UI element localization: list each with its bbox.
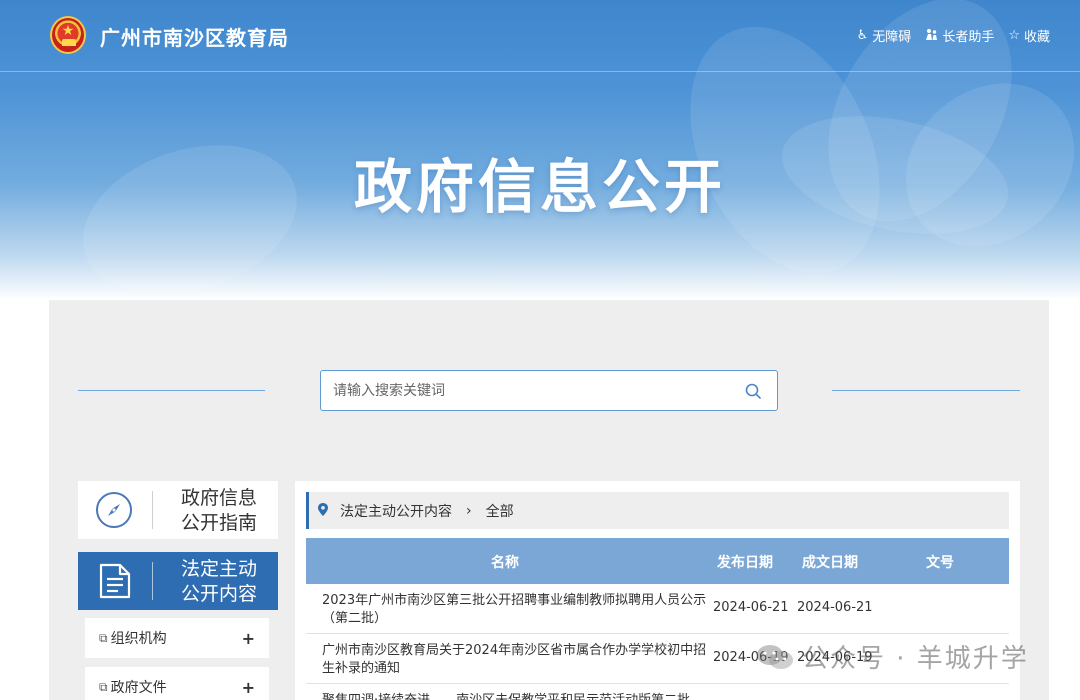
site-title[interactable]: 广州市南沙区教育局: [100, 22, 289, 51]
column-header-number: 文号: [926, 555, 954, 571]
sidebar-item-guide[interactable]: 政府信息公开指南: [78, 481, 278, 539]
card-divider: [152, 562, 153, 600]
watermark-text: 公众号 · 羊城升学: [802, 644, 1029, 674]
location-pin-icon: [318, 502, 328, 519]
search-box: [320, 370, 778, 411]
row-title-link[interactable]: 2023年广州市南沙区第三批公开招聘事业编制教师拟聘用人员公示（第二批）: [322, 592, 707, 628]
hero-title: 政府信息公开: [353, 153, 726, 221]
chevron-right-icon: ›: [466, 502, 472, 519]
copy-icon: ⧉: [99, 630, 108, 645]
compass-icon: [96, 492, 132, 528]
sidebar-item-organization[interactable]: ⧉ 组织机构 +: [85, 618, 269, 658]
wechat-icon: [757, 644, 793, 669]
accessibility-icon: ♿: [856, 28, 869, 43]
guide-label: 政府信息公开指南: [180, 487, 257, 534]
sidebar-item-label: 政府文件: [110, 680, 167, 696]
copy-icon: ⧉: [99, 679, 108, 694]
row-title-link[interactable]: 聚焦四调·接续奋进——南沙区未保教学平和民示范活动版第二批: [322, 692, 707, 700]
watermark: 公众号 · 羊城升学: [756, 638, 1029, 675]
accessibility-button[interactable]: ♿ 无障碍: [857, 26, 912, 45]
favorite-button[interactable]: ☆ 收藏: [1008, 26, 1050, 45]
sidebar-item-statutory-content[interactable]: 法定主动公开内容: [78, 552, 278, 610]
card-divider: [152, 491, 153, 529]
sidebar-item-government-documents[interactable]: ⧉ 政府文件 +: [85, 667, 269, 700]
table-row[interactable]: 2023年广州市南沙区第三批公开招聘事业编制教师拟聘用人员公示（第二批） 202…: [306, 584, 1009, 634]
column-header-published: 发布日期: [717, 555, 773, 571]
column-header-written: 成文日期: [802, 555, 858, 571]
table-row[interactable]: 聚焦四调·接续奋进——南沙区未保教学平和民示范活动版第二批: [306, 684, 1009, 700]
elder-assistant-button[interactable]: 长者助手: [925, 26, 994, 45]
row-published-date: 2024-06-21: [713, 600, 789, 615]
accessibility-label: 无障碍: [872, 30, 912, 45]
table-header: 名称 发布日期 成文日期 文号: [306, 538, 1009, 584]
national-emblem-icon: ★: [50, 16, 86, 54]
elder-assistant-label: 长者助手: [942, 30, 995, 45]
row-title-link[interactable]: 广州市南沙区教育局关于2024年南沙区省市属合作办学学校初中招生补录的通知: [322, 642, 707, 678]
sidebar-item-label: 组织机构: [110, 631, 167, 647]
column-header-name: 名称: [491, 555, 519, 571]
search-input[interactable]: [333, 371, 733, 410]
document-icon: [99, 563, 131, 599]
search-icon[interactable]: [745, 383, 761, 399]
breadcrumb-item[interactable]: 法定主动公开内容: [340, 501, 452, 521]
favorite-label: 收藏: [1023, 30, 1050, 45]
top-bar: ★ 广州市南沙区教育局 ♿ 无障碍 长者助手 ☆ 收藏: [0, 0, 1080, 72]
search-divider-right: [832, 390, 1020, 391]
elder-icon: [925, 28, 938, 44]
hero-banner: ★ 广州市南沙区教育局 ♿ 无障碍 长者助手 ☆ 收藏 政府信息公开: [0, 0, 1080, 300]
statutory-content-label: 法定主动公开内容: [180, 558, 257, 605]
expand-plus-icon[interactable]: +: [242, 678, 255, 697]
row-written-date: 2024-06-21: [797, 600, 873, 615]
star-icon: ☆: [1008, 28, 1020, 43]
toolbar: ♿ 无障碍 长者助手 ☆ 收藏: [857, 26, 1050, 45]
breadcrumb: 法定主动公开内容 › 全部: [306, 492, 1009, 529]
search-divider-left: [78, 390, 265, 391]
breadcrumb-item[interactable]: 全部: [486, 501, 514, 521]
expand-plus-icon[interactable]: +: [242, 629, 255, 648]
